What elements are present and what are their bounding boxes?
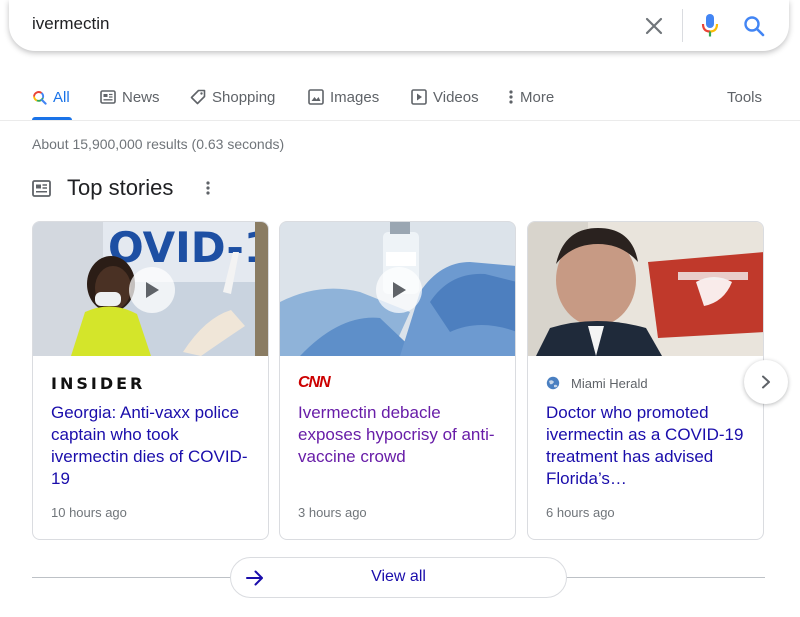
herald-name: Miami Herald xyxy=(571,375,648,391)
globe-icon xyxy=(546,376,560,390)
tab-more[interactable]: More xyxy=(508,86,554,108)
story-card[interactable]: CNN Ivermectin debacle exposes hypocrisy… xyxy=(279,221,516,540)
story-time: 3 hours ago xyxy=(298,505,367,520)
tab-shopping-label: Shopping xyxy=(212,88,276,106)
search-input[interactable]: ivermectin xyxy=(32,14,109,34)
thumb-text: OVID-1 xyxy=(108,223,269,272)
top-stories-options-button[interactable] xyxy=(198,176,218,200)
more-vert-icon xyxy=(206,181,210,195)
close-icon xyxy=(645,17,663,35)
top-stories-header: Top stories xyxy=(32,172,218,204)
play-button[interactable] xyxy=(129,267,175,313)
story-card[interactable]: OVID-1 INSIDER Georgia: Anti-vaxx police… xyxy=(32,221,269,540)
story-thumbnail xyxy=(280,222,515,356)
tab-shopping[interactable]: Shopping xyxy=(190,86,275,108)
search-icon xyxy=(32,90,47,105)
story-source: INSIDER xyxy=(51,372,145,394)
story-time: 10 hours ago xyxy=(51,505,127,520)
news-icon xyxy=(32,178,52,198)
story-thumbnail xyxy=(528,222,763,356)
tab-images[interactable]: Images xyxy=(308,86,379,108)
search-icon xyxy=(744,16,765,37)
insider-logo: INSIDER xyxy=(51,373,146,393)
story-source: Miami Herald xyxy=(546,372,648,394)
story-card[interactable]: Miami Herald Doctor who promoted ivermec… xyxy=(527,221,764,540)
story-headline[interactable]: Ivermectin debacle exposes hypocrisy of … xyxy=(298,402,503,468)
tab-news-label: News xyxy=(122,88,160,106)
searchbar-divider xyxy=(682,9,683,42)
result-stats: About 15,900,000 results (0.63 seconds) xyxy=(32,136,285,152)
play-icon xyxy=(411,89,427,105)
play-button[interactable] xyxy=(376,267,422,313)
next-stories-button[interactable] xyxy=(744,360,788,404)
view-all-line-left xyxy=(32,577,230,578)
search-tabs: All News Shopping Images Videos More Too… xyxy=(0,82,800,121)
play-icon xyxy=(146,282,159,298)
search-button[interactable] xyxy=(740,12,768,40)
tab-videos[interactable]: Videos xyxy=(411,86,479,108)
view-all-label: View all xyxy=(371,568,426,585)
story-headline[interactable]: Doctor who promoted ivermectin as a COVI… xyxy=(546,402,751,490)
tab-images-label: Images xyxy=(330,88,380,106)
tab-more-label: More xyxy=(520,88,555,106)
tab-all[interactable]: All xyxy=(32,86,70,108)
story-thumbnail: OVID-1 xyxy=(33,222,269,356)
microphone-icon xyxy=(701,14,719,37)
voice-search-button[interactable] xyxy=(697,12,723,40)
tab-news[interactable]: News xyxy=(100,86,160,108)
story-headline[interactable]: Georgia: Anti-vaxx police captain who to… xyxy=(51,402,256,490)
image-icon xyxy=(308,89,324,105)
tag-icon xyxy=(190,89,206,105)
tab-videos-label: Videos xyxy=(433,88,479,106)
top-stories-title: Top stories xyxy=(67,175,174,200)
clear-search-button[interactable] xyxy=(641,13,667,39)
news-icon xyxy=(100,90,116,104)
tab-all-label: All xyxy=(53,88,70,106)
tools-button[interactable]: Tools xyxy=(727,86,762,108)
story-source: CNN xyxy=(298,372,331,394)
tabs-divider xyxy=(0,120,800,121)
tools-label: Tools xyxy=(727,88,763,106)
chevron-right-icon xyxy=(762,375,770,389)
view-all-button[interactable]: View all xyxy=(230,557,567,598)
more-vert-icon xyxy=(508,89,514,105)
search-bar: ivermectin xyxy=(9,0,789,51)
play-icon xyxy=(393,282,406,298)
view-all-line-right xyxy=(567,577,765,578)
cnn-logo: CNN xyxy=(298,374,331,391)
story-time: 6 hours ago xyxy=(546,505,615,520)
